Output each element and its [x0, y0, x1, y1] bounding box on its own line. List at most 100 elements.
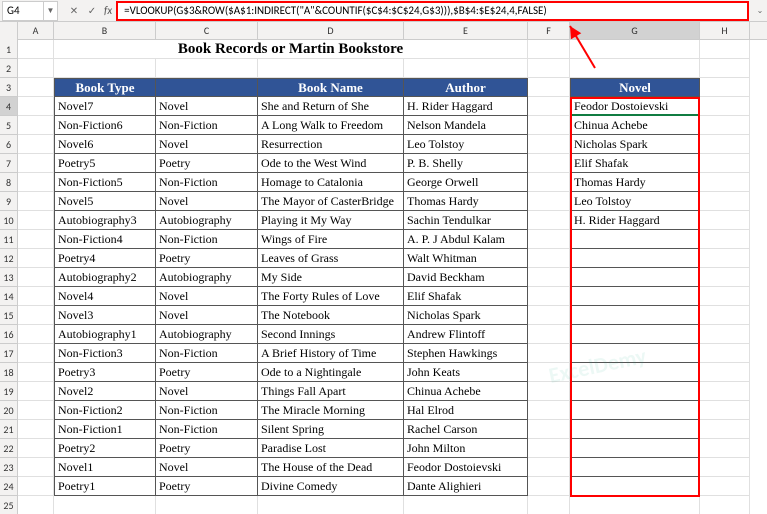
- cell[interactable]: [18, 154, 54, 173]
- cell[interactable]: Novel1: [54, 458, 156, 477]
- row-header[interactable]: 23: [0, 458, 18, 477]
- cell[interactable]: Non-Fiction4: [54, 230, 156, 249]
- cell[interactable]: [570, 325, 700, 344]
- cell[interactable]: [700, 420, 750, 439]
- cell[interactable]: [700, 192, 750, 211]
- row-header[interactable]: 17: [0, 344, 18, 363]
- cell[interactable]: [528, 135, 570, 154]
- cell[interactable]: Novel7: [54, 97, 156, 116]
- cell[interactable]: [18, 458, 54, 477]
- cell[interactable]: The Mayor of CasterBridge: [258, 192, 404, 211]
- cell[interactable]: [700, 287, 750, 306]
- row-header[interactable]: 11: [0, 230, 18, 249]
- cell[interactable]: [528, 306, 570, 325]
- cell[interactable]: [528, 154, 570, 173]
- cell[interactable]: Novel: [156, 135, 258, 154]
- cell[interactable]: Non-Fiction: [156, 230, 258, 249]
- cell[interactable]: A Brief History of Time: [258, 344, 404, 363]
- col-header-G[interactable]: G: [570, 22, 700, 39]
- cell[interactable]: [700, 97, 750, 116]
- cell[interactable]: [18, 325, 54, 344]
- cell[interactable]: A Long Walk to Freedom: [258, 116, 404, 135]
- row-header[interactable]: 7: [0, 154, 18, 173]
- cell[interactable]: Nelson Mandela: [404, 116, 528, 135]
- cell[interactable]: [700, 363, 750, 382]
- cell[interactable]: [528, 363, 570, 382]
- cell[interactable]: Resurrection: [258, 135, 404, 154]
- cell[interactable]: [528, 344, 570, 363]
- row-header[interactable]: 25: [0, 496, 18, 514]
- cell[interactable]: Poetry3: [54, 363, 156, 382]
- cell[interactable]: Hal Elrod: [404, 401, 528, 420]
- name-box[interactable]: G4: [2, 1, 44, 21]
- cell[interactable]: Poetry2: [54, 439, 156, 458]
- cell[interactable]: [528, 458, 570, 477]
- cell[interactable]: Autobiography: [156, 211, 258, 230]
- cell[interactable]: Novel: [156, 192, 258, 211]
- col-header-A[interactable]: A: [18, 22, 54, 39]
- cell[interactable]: Poetry: [156, 439, 258, 458]
- cell[interactable]: John Keats: [404, 363, 528, 382]
- cell[interactable]: Leo Tolstoy: [404, 135, 528, 154]
- cell[interactable]: [570, 439, 700, 458]
- cell[interactable]: Non-Fiction: [156, 344, 258, 363]
- cell[interactable]: [18, 477, 54, 496]
- cell[interactable]: Autobiography3: [54, 211, 156, 230]
- cell[interactable]: Homage to Catalonia: [258, 173, 404, 192]
- cell[interactable]: Leo Tolstoy: [570, 192, 700, 211]
- cell[interactable]: [18, 116, 54, 135]
- cell[interactable]: [528, 59, 570, 78]
- cell[interactable]: [570, 249, 700, 268]
- cell[interactable]: [700, 401, 750, 420]
- cell[interactable]: Feodor Dostoievski: [570, 97, 700, 116]
- col-header-E[interactable]: E: [404, 22, 528, 39]
- cell[interactable]: [18, 306, 54, 325]
- col-header-H[interactable]: H: [700, 22, 750, 39]
- cell[interactable]: [700, 306, 750, 325]
- cell[interactable]: [404, 59, 528, 78]
- cell[interactable]: Leaves of Grass: [258, 249, 404, 268]
- cell[interactable]: [18, 249, 54, 268]
- cell[interactable]: George Orwell: [404, 173, 528, 192]
- cell[interactable]: [18, 382, 54, 401]
- cell[interactable]: Non-Fiction: [156, 116, 258, 135]
- cell[interactable]: [700, 40, 750, 59]
- row-header[interactable]: 24: [0, 477, 18, 496]
- cell[interactable]: [18, 78, 54, 97]
- cell[interactable]: [570, 458, 700, 477]
- cell[interactable]: [570, 420, 700, 439]
- cell[interactable]: H. Rider Haggard: [404, 97, 528, 116]
- cell[interactable]: She and Return of She: [258, 97, 404, 116]
- col-header-C[interactable]: C: [156, 22, 258, 39]
- row-header[interactable]: 21: [0, 420, 18, 439]
- cell[interactable]: [18, 135, 54, 154]
- cell[interactable]: Poetry: [156, 477, 258, 496]
- cell[interactable]: Autobiography: [156, 325, 258, 344]
- cell[interactable]: [18, 192, 54, 211]
- cell[interactable]: The Notebook: [258, 306, 404, 325]
- cell[interactable]: Autobiography2: [54, 268, 156, 287]
- cell[interactable]: Novel: [156, 458, 258, 477]
- cell[interactable]: Novel4: [54, 287, 156, 306]
- cell[interactable]: [700, 230, 750, 249]
- cell[interactable]: My Side: [258, 268, 404, 287]
- cell[interactable]: [700, 268, 750, 287]
- cell[interactable]: Poetry: [156, 249, 258, 268]
- cell[interactable]: Thomas Hardy: [404, 192, 528, 211]
- cell[interactable]: Rachel Carson: [404, 420, 528, 439]
- cell[interactable]: Non-Fiction5: [54, 173, 156, 192]
- formula-expand-icon[interactable]: ⌄: [753, 1, 767, 21]
- cell[interactable]: Feodor Dostoievski: [404, 458, 528, 477]
- cell[interactable]: [258, 496, 404, 514]
- row-header[interactable]: 20: [0, 401, 18, 420]
- row-header[interactable]: 8: [0, 173, 18, 192]
- cell[interactable]: Novel5: [54, 192, 156, 211]
- cell[interactable]: [700, 78, 750, 97]
- cell[interactable]: [700, 458, 750, 477]
- cell[interactable]: Elif Shafak: [570, 154, 700, 173]
- cell[interactable]: P. B. Shelly: [404, 154, 528, 173]
- cell[interactable]: Chinua Achebe: [404, 382, 528, 401]
- cell[interactable]: [18, 59, 54, 78]
- cell[interactable]: [570, 59, 700, 78]
- cell[interactable]: Wings of Fire: [258, 230, 404, 249]
